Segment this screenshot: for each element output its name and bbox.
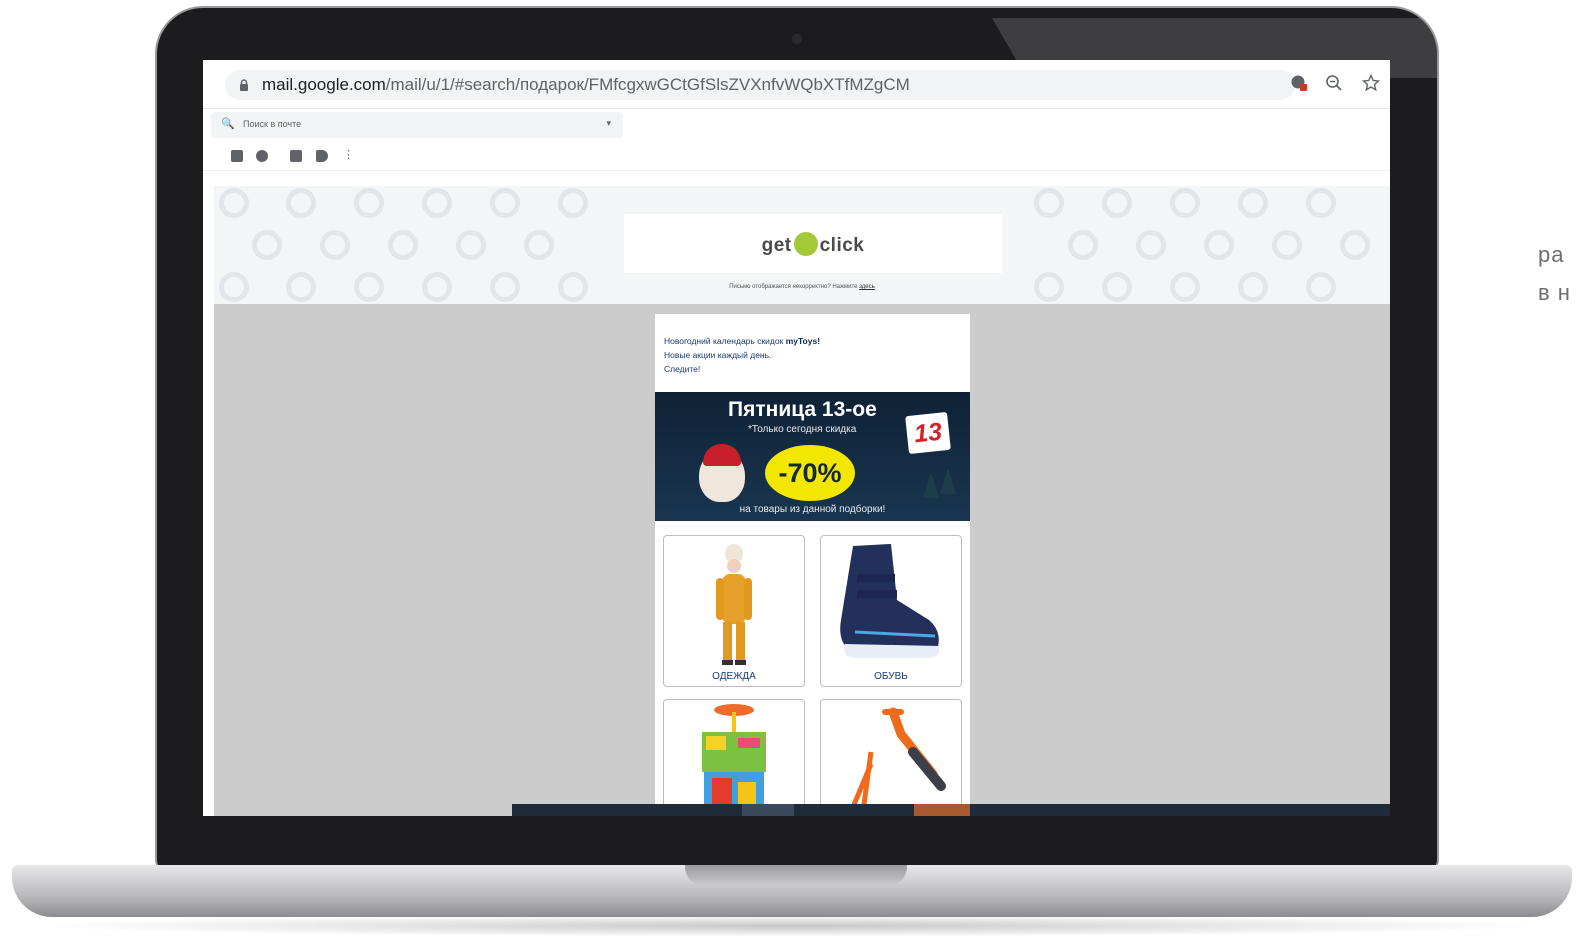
taskbar-app[interactable] bbox=[914, 804, 970, 816]
scooter-image bbox=[848, 707, 946, 813]
notice-text: Письмо отображается некорректно? Нажмите bbox=[729, 284, 858, 290]
search-options-caret-icon[interactable]: ▾ bbox=[606, 118, 611, 129]
archive-icon[interactable] bbox=[231, 150, 243, 162]
product-card-clothing[interactable]: ОДЕЖДА bbox=[663, 535, 805, 687]
email-body: Новогодний календарь скидок myToys! Новы… bbox=[214, 304, 1390, 816]
address-bar[interactable]: mail.google.com/mail/u/1/#search/подарок… bbox=[225, 70, 1295, 100]
tree-icon bbox=[940, 468, 956, 494]
intro-line-2: Новые акции каждый день. bbox=[664, 350, 772, 360]
pattern-mark bbox=[1136, 230, 1166, 260]
banner-title: Пятница 13-ое bbox=[728, 398, 877, 421]
intro-text: Новогодний календарь скидок myToys! Новы… bbox=[664, 334, 820, 376]
lock-icon bbox=[240, 79, 248, 91]
search-icon[interactable]: 🔍 bbox=[221, 117, 235, 130]
intro-line-3: Следите! bbox=[664, 364, 701, 374]
banner-subtitle: *Только сегодня скидка bbox=[748, 424, 857, 435]
pattern-mark bbox=[1170, 188, 1200, 218]
pattern-mark bbox=[456, 230, 486, 260]
pattern-mark bbox=[388, 230, 418, 260]
pattern-mark bbox=[1102, 188, 1132, 218]
notice-link[interactable]: здесь bbox=[859, 284, 875, 290]
gmail-search-bar[interactable]: 🔍 Поиск в почте ▾ bbox=[211, 112, 623, 138]
product-card-outdoor[interactable] bbox=[820, 699, 962, 816]
pattern-mark bbox=[524, 230, 554, 260]
pattern-mark bbox=[1238, 188, 1268, 218]
toy-kitchen-image bbox=[702, 704, 766, 812]
pattern-mark bbox=[490, 188, 520, 218]
logo-right-text: click bbox=[819, 235, 865, 256]
pattern-mark bbox=[1340, 230, 1370, 260]
label-icon[interactable] bbox=[316, 150, 328, 162]
side-text-line-2: в н bbox=[1538, 280, 1571, 305]
intro-brand: myToys! bbox=[785, 336, 821, 346]
pattern-mark bbox=[320, 230, 350, 260]
screen: mail.google.com/mail/u/1/#search/подарок… bbox=[203, 60, 1390, 816]
pattern-mark bbox=[1204, 230, 1234, 260]
email-header: get click Письмо отображается некорректно… bbox=[214, 186, 1390, 304]
search-placeholder: Поиск в почте bbox=[243, 119, 302, 129]
url-text[interactable]: mail.google.com/mail/u/1/#search/подарок… bbox=[262, 75, 910, 95]
logo-card[interactable]: get click bbox=[624, 214, 1002, 273]
pattern-mark bbox=[354, 188, 384, 218]
intro-line-1: Новогодний календарь скидок bbox=[664, 336, 784, 346]
gmail-toolbar: ⋮ bbox=[203, 144, 1390, 171]
letter-card: Новогодний календарь скидок myToys! Новы… bbox=[655, 314, 970, 816]
product-card-shoes[interactable]: ОБУВЬ bbox=[820, 535, 962, 687]
promo-banner[interactable]: Пятница 13-ое *Только сегодня скидка -70… bbox=[655, 392, 970, 521]
laptop-notch bbox=[685, 865, 907, 885]
taskbar bbox=[512, 804, 1390, 816]
snooze-icon[interactable] bbox=[256, 150, 268, 162]
discount-badge: -70% bbox=[765, 445, 855, 501]
santa-hat bbox=[703, 444, 741, 466]
boot-image bbox=[840, 544, 940, 658]
side-text-line-1: ра bbox=[1538, 242, 1565, 267]
logo-left-text: get bbox=[761, 235, 792, 256]
laptop-shadow bbox=[30, 915, 1550, 937]
pattern-mark bbox=[286, 188, 316, 218]
url-path: /mail/u/1/#search/подарок/FMfcgxwGCtGfSl… bbox=[385, 75, 910, 94]
pattern-mark bbox=[558, 188, 588, 218]
banner-caption: на товары из данной подборки! bbox=[739, 504, 886, 515]
cookie-blocked-icon[interactable] bbox=[1288, 74, 1310, 96]
product-label: ОДЕЖДА bbox=[712, 671, 756, 682]
pattern-mark bbox=[422, 188, 452, 218]
pattern-mark bbox=[1034, 188, 1064, 218]
taskbar-app[interactable] bbox=[742, 804, 794, 816]
display-notice: Письмо отображается некорректно? Нажмите… bbox=[214, 284, 1390, 290]
webcam bbox=[790, 32, 804, 46]
tree-icon bbox=[923, 472, 939, 498]
calendar-page: 13 bbox=[905, 411, 951, 455]
pattern-mark bbox=[1306, 188, 1336, 218]
logo-mark-icon bbox=[793, 232, 818, 256]
pattern-mark bbox=[1272, 230, 1302, 260]
move-to-inbox-icon[interactable] bbox=[290, 150, 302, 162]
product-card-toys[interactable] bbox=[663, 699, 805, 816]
getclick-logo: get click bbox=[624, 232, 1002, 257]
zoom-out-icon[interactable] bbox=[1323, 74, 1345, 96]
product-label: ОБУВЬ bbox=[874, 671, 908, 682]
pattern-mark bbox=[219, 188, 249, 218]
browser-toolbar: mail.google.com/mail/u/1/#search/подарок… bbox=[203, 60, 1390, 109]
pattern-mark bbox=[252, 230, 282, 260]
star-bookmark-icon[interactable] bbox=[1360, 73, 1382, 96]
url-domain: mail.google.com bbox=[262, 75, 386, 94]
pattern-mark bbox=[1068, 230, 1098, 260]
more-actions-icon[interactable]: ⋮ bbox=[343, 148, 354, 161]
clothing-image bbox=[716, 544, 752, 665]
